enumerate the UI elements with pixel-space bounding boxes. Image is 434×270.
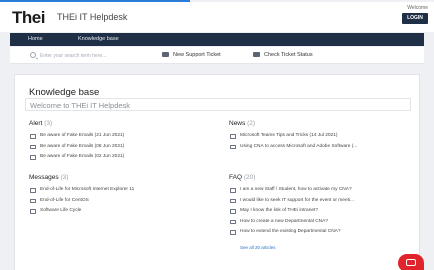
section-title-news[interactable]: News (2) xyxy=(229,120,255,127)
list-item[interactable]: I am a new Staff / Student, how to activ… xyxy=(229,185,354,196)
messages-list: End-of-Life for Microsoft Internet Explo… xyxy=(29,185,134,217)
document-icon xyxy=(230,188,236,193)
section-title-alert[interactable]: Alert (3) xyxy=(29,120,52,127)
nav-home[interactable]: Home xyxy=(28,33,43,46)
list-item[interactable]: Microsoft Teams Tips and Tricks (14 Jul … xyxy=(229,131,357,142)
document-icon xyxy=(230,134,236,139)
list-item[interactable]: End-of-Life for CentOS xyxy=(29,196,134,207)
welcome-message: Welcome to THEi IT Helpdesk xyxy=(30,101,131,110)
list-item[interactable]: I would like to seek IT support for the … xyxy=(229,196,354,207)
document-icon xyxy=(230,230,236,235)
faq-count: (20) xyxy=(243,174,256,181)
document-icon xyxy=(30,198,36,203)
alert-count: (3) xyxy=(44,120,53,127)
document-icon xyxy=(30,144,36,149)
site-title: THEi IT Helpdesk xyxy=(57,12,128,22)
document-icon xyxy=(230,219,236,224)
alert-list: Be aware of Fake Emails (21 Jun 2021) Be… xyxy=(29,131,124,163)
list-item[interactable]: End-of-Life for Microsoft Internet Explo… xyxy=(29,185,134,196)
document-icon xyxy=(30,155,36,160)
list-item[interactable]: Software Life Cycle xyxy=(29,206,134,217)
document-icon xyxy=(30,209,36,214)
search-input[interactable] xyxy=(40,50,160,61)
faq-list: I am a new Staff / Student, how to activ… xyxy=(229,185,354,238)
list-item[interactable]: May I know the link of THEi intranet? xyxy=(229,206,354,217)
main-nav: Home Knowledge base xyxy=(10,33,424,46)
chat-icon xyxy=(406,259,416,266)
new-ticket-label: New Support Ticket xyxy=(173,52,221,58)
status-icon xyxy=(253,52,260,58)
site-header: Thei THEi IT Helpdesk Welcome LOGIN xyxy=(0,2,434,32)
document-icon xyxy=(30,188,36,193)
knowledge-base-card: Knowledge base Welcome to THEi IT Helpde… xyxy=(14,74,420,270)
news-count: (2) xyxy=(247,120,256,127)
check-ticket-status-link[interactable]: Check Ticket Status xyxy=(253,47,313,64)
document-icon xyxy=(230,198,236,203)
document-icon xyxy=(230,209,236,214)
page-title: Knowledge base xyxy=(29,87,100,98)
chat-button[interactable] xyxy=(398,254,424,270)
section-title-faq[interactable]: FAQ (20) xyxy=(229,174,255,181)
ticket-icon xyxy=(162,52,169,58)
document-icon xyxy=(30,134,36,139)
list-item[interactable]: Be aware of Fake Emails (02 Jun 2021) xyxy=(29,152,124,163)
messages-count: (3) xyxy=(60,174,69,181)
list-item[interactable]: Be aware of Fake Emails (08 Jun 2021) xyxy=(29,142,124,153)
search-icon[interactable] xyxy=(30,52,36,58)
list-item[interactable]: Be aware of Fake Emails (21 Jun 2021) xyxy=(29,131,124,142)
thei-logo[interactable]: Thei xyxy=(12,8,45,28)
document-icon xyxy=(230,144,236,149)
section-title-messages[interactable]: Messages (3) xyxy=(29,174,68,181)
search-toolbar: New Support Ticket Check Ticket Status xyxy=(10,47,424,64)
new-support-ticket-link[interactable]: New Support Ticket xyxy=(162,47,221,64)
list-item[interactable]: How to create a new Departmental CNA? xyxy=(229,217,354,228)
welcome-text: Welcome xyxy=(407,5,428,11)
welcome-banner: Welcome to THEi IT Helpdesk xyxy=(25,98,411,111)
list-item[interactable]: Using CNA to access Microsoft and Adobe … xyxy=(229,142,357,153)
news-list: Microsoft Teams Tips and Tricks (14 Jul … xyxy=(229,131,357,152)
check-status-label: Check Ticket Status xyxy=(264,52,313,58)
list-item[interactable]: How to extend the existing Departmental … xyxy=(229,227,354,238)
login-button[interactable]: LOGIN xyxy=(402,13,428,24)
nav-knowledge-base[interactable]: Knowledge base xyxy=(78,33,119,46)
see-all-faq-link[interactable]: See all 20 articles xyxy=(240,245,276,250)
